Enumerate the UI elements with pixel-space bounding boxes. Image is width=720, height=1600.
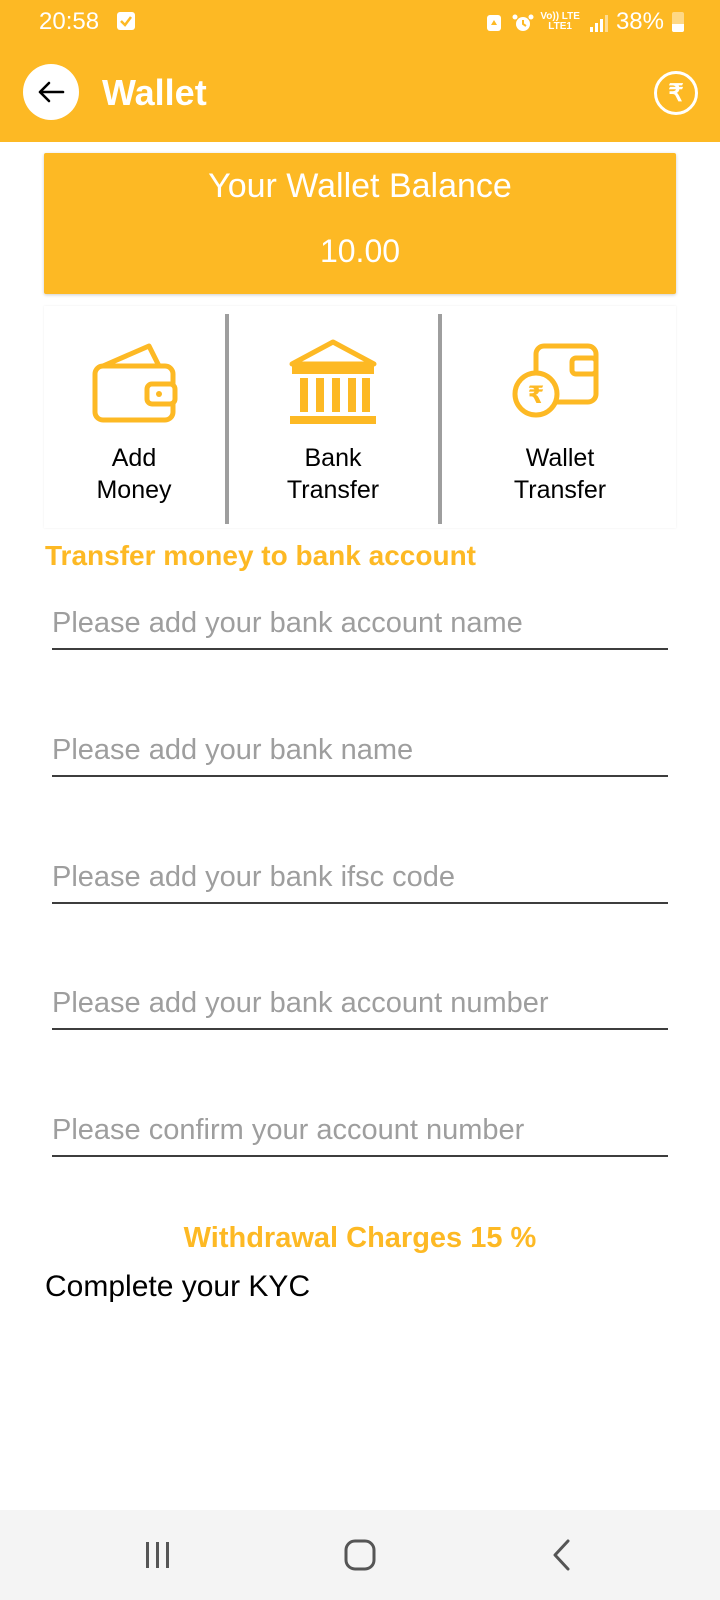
account-number-field[interactable] [52,978,668,1030]
recycle-icon [484,12,504,32]
status-bar: 20:58 Vo)) LTE LTE1 38% [0,0,720,46]
wallet-transfer-button[interactable]: ₹ Wallet Transfer [444,306,676,528]
system-nav-bar [0,1510,720,1600]
bank-icon [286,336,380,433]
wallet-transfer-label: Wallet Transfer [513,444,607,504]
checkbox-notification-icon [117,12,135,30]
back-button[interactable] [23,64,79,120]
wallet-balance-card: Your Wallet Balance 10.00 [44,153,676,294]
rupee-button[interactable]: ₹ [654,71,698,115]
alarm-icon [512,12,534,32]
add-money-button[interactable]: Add Money [44,306,224,528]
arrow-left-icon [38,81,65,103]
bank-transfer-button[interactable]: Bank Transfer [230,306,436,528]
divider [438,314,442,524]
wallet-icon [89,336,181,433]
add-money-label: Add Money [96,444,172,504]
wallet-actions: Add Money Bank Transfer ₹ Wallet Transfe… [44,306,676,528]
recents-icon [146,1542,169,1568]
page-title: Wallet [102,72,207,113]
transfer-section-title: Transfer money to bank account [45,540,476,571]
rupee-icon: ₹ [668,79,684,107]
status-time: 20:58 [39,8,100,35]
battery-icon [672,12,684,32]
withdrawal-charges: Withdrawal Charges 15 % [183,1222,537,1254]
bank-account-name-field[interactable] [52,598,668,650]
wallet-balance-value: 10.00 [319,233,401,269]
home-icon [344,1539,376,1571]
home-button[interactable] [330,1532,390,1578]
app-bar: Wallet ₹ [0,46,720,142]
ifsc-code-field[interactable] [52,852,668,904]
svg-text:₹: ₹ [528,381,545,409]
wallet-balance-label: Your Wallet Balance [208,167,512,205]
back-nav-button[interactable] [532,1532,592,1578]
divider [225,314,229,524]
bank-name-field[interactable] [52,725,668,777]
bank-transfer-label: Bank Transfer [286,444,380,504]
network-label: Vo)) LTE LTE1 [540,11,580,32]
status-icons: Vo)) LTE LTE1 38% [484,8,684,36]
confirm-account-number-field[interactable] [52,1105,668,1157]
chevron-left-icon [553,1539,570,1571]
complete-kyc-link[interactable]: Complete your KYC [45,1270,310,1304]
wallet-rupee-icon: ₹ [510,336,606,433]
recents-button[interactable] [128,1532,188,1578]
signal-icon [588,12,608,32]
battery-percent: 38% [615,8,664,35]
